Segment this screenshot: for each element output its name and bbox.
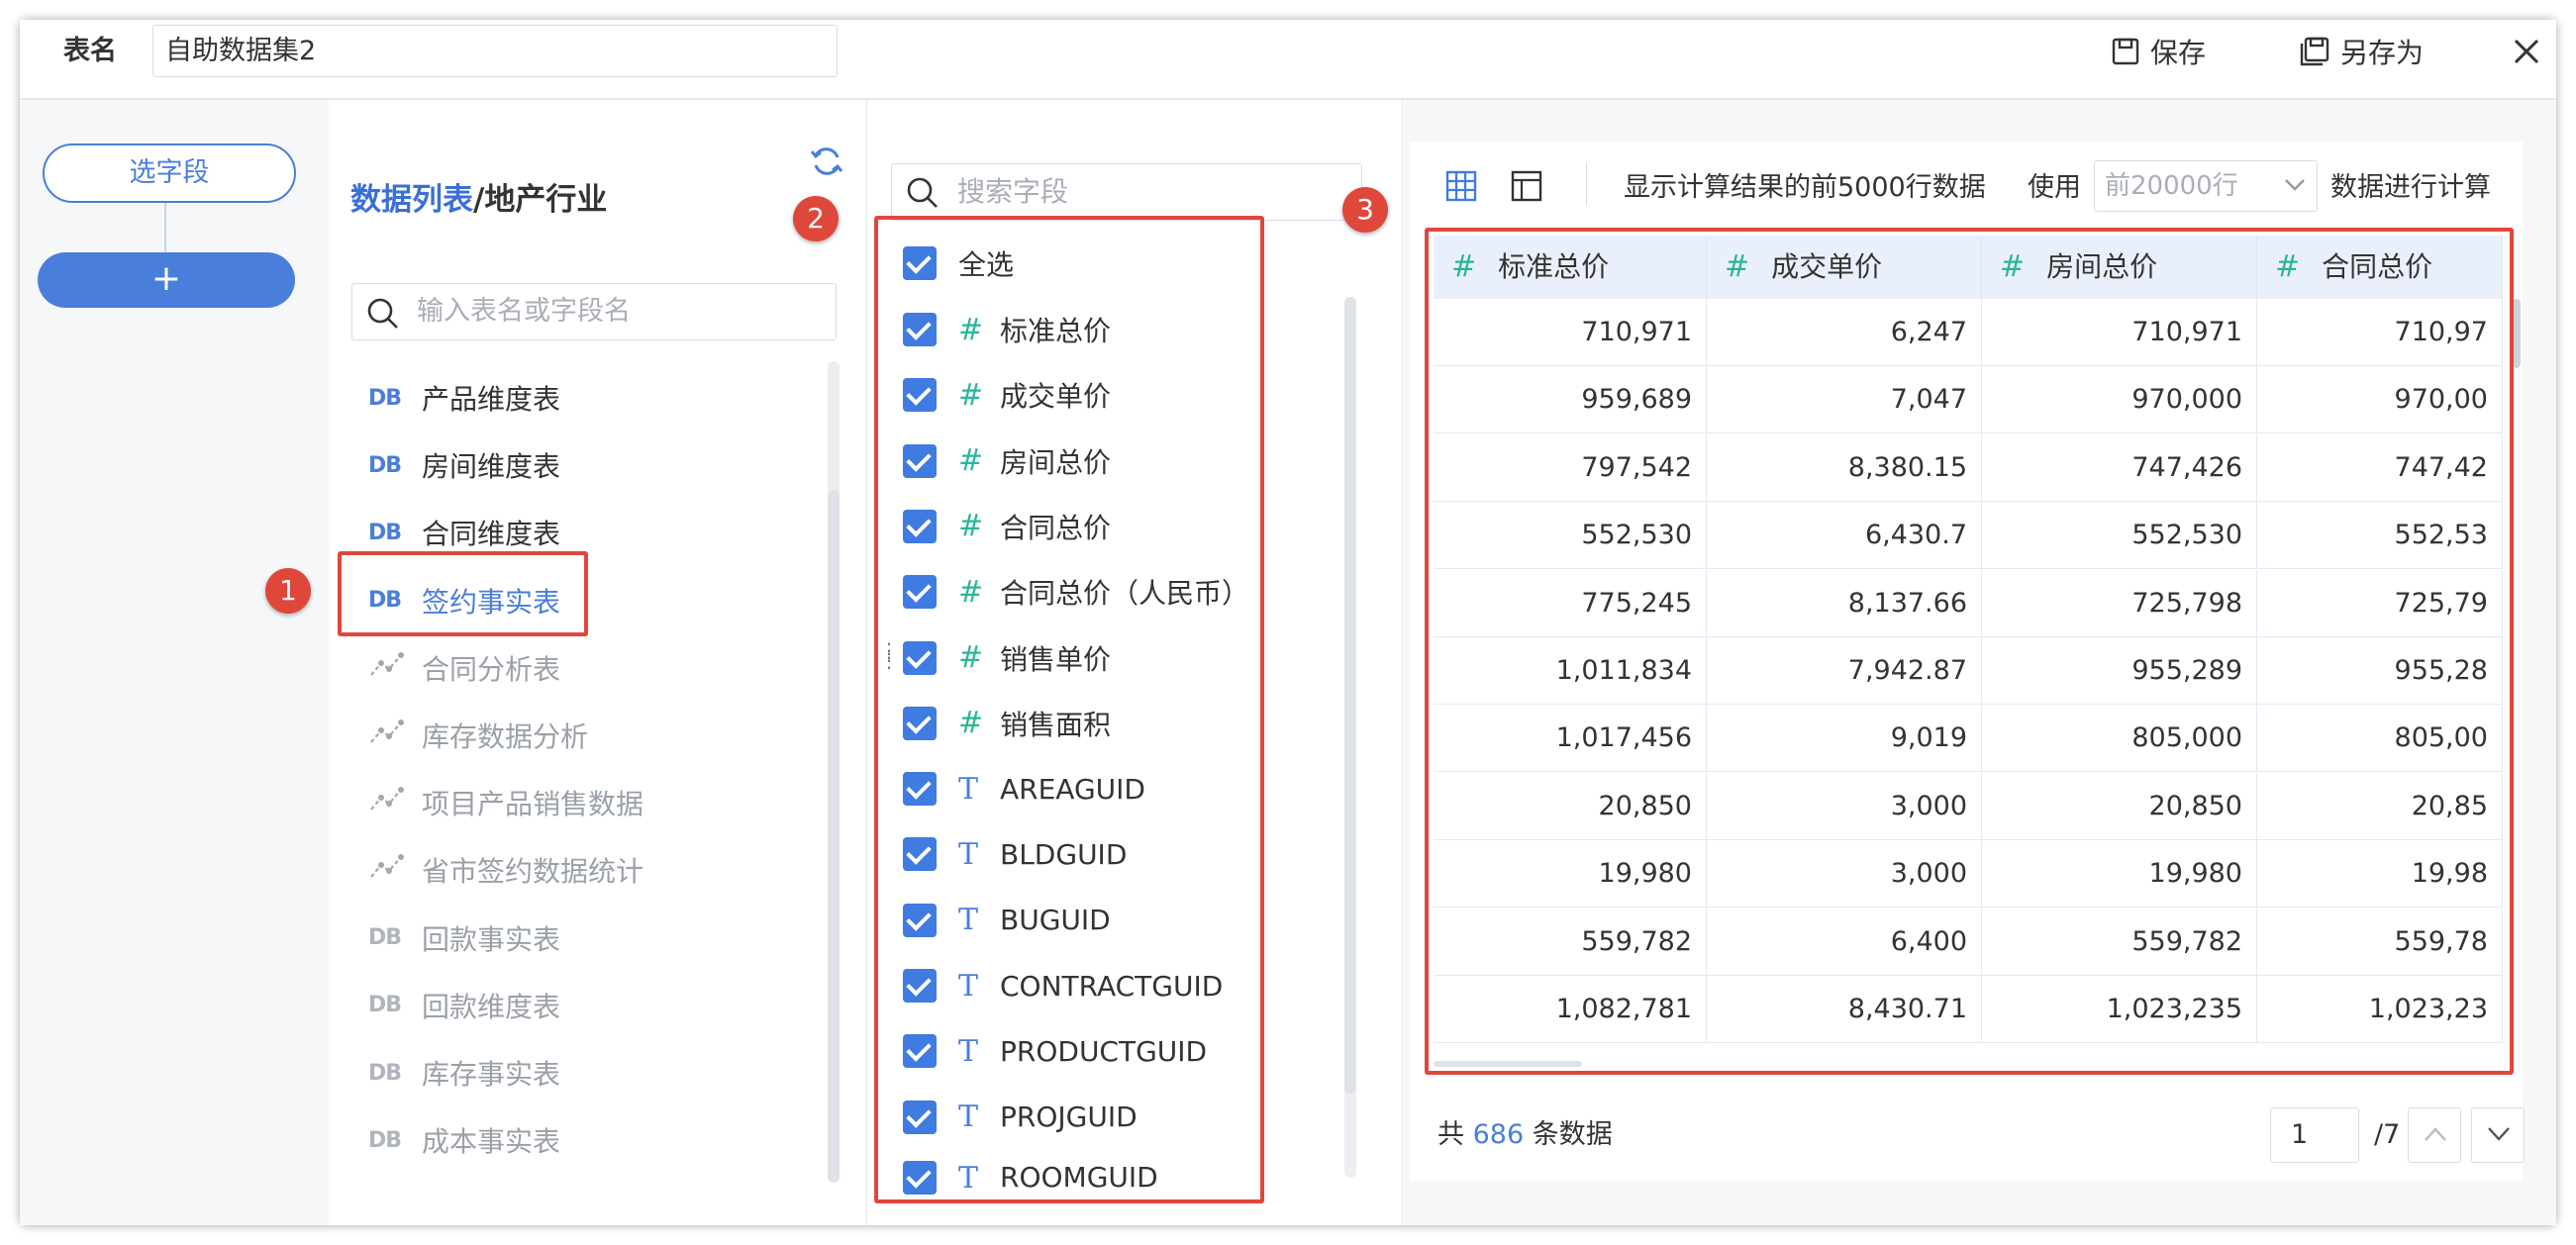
table-list-item[interactable]: DB 合同维度表 bbox=[368, 511, 560, 554]
step-connector bbox=[164, 203, 166, 254]
layout-view-icon[interactable] bbox=[1511, 170, 1542, 202]
close-icon[interactable] bbox=[2507, 32, 2546, 71]
page-total: /7 bbox=[2374, 1119, 2401, 1150]
highlight-box-preview bbox=[1425, 228, 2514, 1075]
analysis-table-icon bbox=[368, 786, 404, 819]
table-list-item-label: 合同维度表 bbox=[422, 518, 561, 551]
table-list-item-label: 项目产品销售数据 bbox=[422, 788, 644, 821]
total-count: 共 686 条数据 bbox=[1437, 1113, 1613, 1157]
table-list-item[interactable]: DB 回款维度表 bbox=[368, 984, 560, 1027]
highlight-box-table bbox=[338, 551, 588, 636]
save-icon bbox=[2112, 38, 2139, 65]
table-list-item-label: 合同分析表 bbox=[422, 652, 561, 686]
grid-view-icon[interactable] bbox=[1445, 170, 1477, 202]
field-search-input[interactable]: 搜索字段 bbox=[891, 163, 1362, 221]
save-label: 保存 bbox=[2150, 37, 2207, 69]
table-list-item[interactable]: DB 库存事实表 bbox=[368, 1051, 560, 1095]
annotation-badge-1: 1 bbox=[265, 568, 311, 614]
database-table-icon: DB bbox=[368, 452, 402, 478]
table-list-item[interactable]: DB 回款事实表 bbox=[368, 916, 560, 960]
table-name-label: 表名 bbox=[63, 36, 117, 66]
table-vertical-scrollbar[interactable] bbox=[2513, 299, 2521, 368]
table-list-item-label: 回款维度表 bbox=[422, 990, 561, 1023]
save-as-button[interactable]: 另存为 bbox=[2299, 27, 2424, 76]
table-search-placeholder: 输入表名或字段名 bbox=[417, 296, 631, 327]
row-limit-select[interactable]: 前20000行 bbox=[2094, 160, 2318, 212]
table-list-item[interactable]: 省市签约数据统计 bbox=[368, 848, 644, 892]
chevron-down-icon bbox=[2488, 1127, 2510, 1141]
use-label: 使用 bbox=[2028, 172, 2081, 203]
analysis-table-icon bbox=[368, 718, 404, 752]
total-number: 686 bbox=[1472, 1119, 1525, 1150]
highlight-box-fields bbox=[874, 216, 1264, 1203]
preview-info-text: 显示计算结果的前5000行数据 bbox=[1624, 172, 1986, 203]
table-list-item-label: 回款事实表 bbox=[422, 922, 561, 956]
search-icon bbox=[367, 298, 398, 329]
table-list-item[interactable]: DB 产品维度表 bbox=[368, 376, 560, 420]
table-list-item-label: 省市签约数据统计 bbox=[422, 855, 644, 889]
database-table-icon: DB bbox=[368, 385, 402, 411]
table-list-item-label: 库存数据分析 bbox=[422, 720, 589, 753]
table-list-item[interactable]: 合同分析表 bbox=[368, 646, 560, 690]
table-list-item-label: 成本事实表 bbox=[422, 1125, 561, 1159]
table-list-item[interactable]: DB 房间维度表 bbox=[368, 443, 560, 487]
table-list-item[interactable]: DB 成本事实表 bbox=[368, 1118, 560, 1162]
page-up-button[interactable] bbox=[2408, 1107, 2461, 1163]
database-table-icon: DB bbox=[368, 925, 402, 951]
toolbar-divider bbox=[1586, 162, 1587, 206]
table-list-item[interactable]: 项目产品销售数据 bbox=[368, 781, 644, 824]
tables-scrollbar[interactable] bbox=[828, 361, 840, 1183]
row-limit-value: 前20000行 bbox=[2105, 171, 2238, 201]
analysis-table-icon bbox=[368, 651, 404, 685]
page-number-input[interactable]: 1 bbox=[2270, 1107, 2359, 1163]
table-list-item-label: 库存事实表 bbox=[422, 1058, 561, 1091]
save-as-icon bbox=[2300, 37, 2329, 66]
table-list-item[interactable]: 库存数据分析 bbox=[368, 714, 588, 757]
analysis-table-icon bbox=[368, 853, 404, 887]
table-search-input[interactable]: 输入表名或字段名 bbox=[351, 283, 837, 340]
chevron-down-icon bbox=[2285, 179, 2305, 191]
add-step-button[interactable]: + bbox=[38, 252, 295, 308]
page-down-button[interactable] bbox=[2471, 1107, 2525, 1163]
save-as-label: 另存为 bbox=[2340, 37, 2425, 69]
table-name-input[interactable]: 自助数据集2 bbox=[152, 25, 838, 77]
title-data-list[interactable]: 数据列表 bbox=[350, 182, 473, 218]
total-prefix: 共 bbox=[1437, 1119, 1464, 1150]
save-button[interactable]: 保存 bbox=[2111, 27, 2206, 76]
database-table-icon: DB bbox=[368, 520, 402, 545]
database-table-icon: DB bbox=[368, 1060, 402, 1086]
chevron-up-icon bbox=[2425, 1127, 2446, 1141]
database-table-icon: DB bbox=[368, 993, 402, 1018]
tables-panel-title: 数据列表/地产行业 bbox=[350, 178, 607, 222]
table-list-item-label: 产品维度表 bbox=[422, 383, 561, 416]
database-table-icon: DB bbox=[368, 1127, 402, 1153]
select-fields-step[interactable]: 选字段 bbox=[43, 144, 296, 203]
total-suffix: 条数据 bbox=[1532, 1119, 1613, 1150]
refresh-icon[interactable] bbox=[809, 144, 844, 179]
search-icon bbox=[907, 177, 938, 208]
annotation-badge-3: 3 bbox=[1342, 187, 1388, 233]
title-folder: /地产行业 bbox=[473, 182, 608, 218]
fields-scrollbar[interactable] bbox=[1344, 297, 1356, 1178]
compute-label: 数据进行计算 bbox=[2330, 172, 2491, 203]
table-list-item-label: 房间维度表 bbox=[422, 450, 561, 484]
annotation-badge-2: 2 bbox=[793, 196, 839, 241]
field-search-placeholder: 搜索字段 bbox=[957, 175, 1069, 208]
